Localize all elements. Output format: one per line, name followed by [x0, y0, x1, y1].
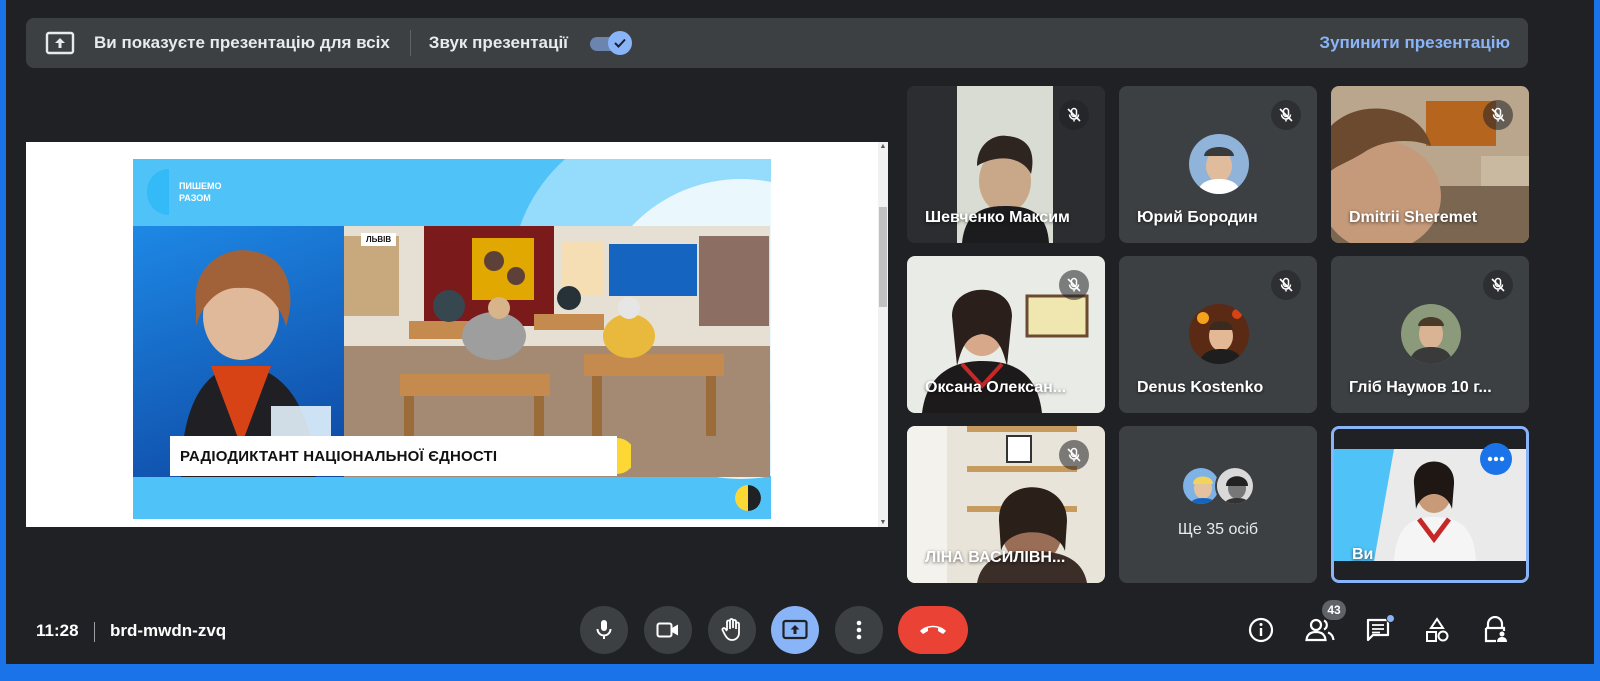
slide-corner-badge [735, 485, 761, 511]
host-controls-button[interactable] [1478, 612, 1514, 648]
broadcast-caption: РАДІОДИКТАНТ НАЦІОНАЛЬНОЇ ЄДНОСТІ [170, 436, 631, 476]
city-tag: ЛЬВІВ [361, 233, 397, 246]
participant-name: Юрий Бородин [1137, 209, 1258, 226]
more-options-icon[interactable] [1480, 443, 1512, 475]
avatar [1189, 134, 1249, 194]
window-edge-right [1594, 0, 1600, 681]
avatar [1401, 304, 1461, 364]
slide-logo-text: ПИШЕМО РАЗОМ [179, 181, 222, 203]
participant-name: Шевченко Максим [925, 209, 1070, 226]
participant-tile-4[interactable]: Оксана Олексан... [907, 256, 1105, 413]
self-tile[interactable]: Ви [1331, 426, 1529, 583]
self-name: Ви [1352, 546, 1374, 563]
participant-tile-1[interactable]: Шевченко Максим [907, 86, 1105, 243]
control-bar: 11:28 brd-mwdn-zvq 43 [0, 600, 1600, 664]
presenting-banner: Ви показуєте презентацію для всіх Звук п… [26, 18, 1528, 68]
leave-call-button[interactable] [898, 606, 968, 654]
participant-name: ЛІНА ВАСИЛІВН... [925, 549, 1066, 566]
meeting-code: brd-mwdn-zvq [110, 621, 227, 640]
present-screen-icon [44, 27, 76, 59]
presentation-audio-toggle[interactable] [588, 30, 634, 56]
lock-person-icon [1484, 616, 1507, 643]
stop-presenting-button[interactable]: Зупинити презентацію [1319, 33, 1510, 53]
broadcast-video: ЛЬВІВ РАДІОДИКТАНТ НАЦІОНАЛЬНОЇ ЄДНОСТІ [133, 226, 770, 477]
camera-icon [656, 622, 678, 638]
more-participants-tile[interactable]: Ще 35 осіб [1119, 426, 1317, 583]
raise-hand-button[interactable] [708, 606, 756, 654]
slide-scrollbar[interactable]: ▲ ▼ [878, 142, 888, 527]
more-options-button[interactable] [835, 606, 883, 654]
banner-divider [409, 30, 411, 56]
hang-up-icon [920, 625, 946, 634]
people-icon [1305, 618, 1335, 642]
activities-icon [1426, 617, 1449, 642]
camera-button[interactable] [644, 606, 692, 654]
participant-tile-2[interactable]: Юрий Бородин [1119, 86, 1317, 243]
presentation-audio-label: Звук презентації [428, 33, 568, 52]
mic-off-icon [1483, 270, 1513, 300]
more-vert-icon [856, 620, 862, 640]
participant-name: Dmitrii Sheremet [1349, 209, 1478, 226]
participant-count-badge: 43 [1322, 600, 1346, 620]
participant-tile-7[interactable]: ЛІНА ВАСИЛІВН... [907, 426, 1105, 583]
activities-button[interactable] [1419, 612, 1455, 648]
hand-icon [721, 618, 740, 641]
meeting-details-button[interactable] [1243, 612, 1279, 648]
mic-off-icon [1059, 270, 1089, 300]
info-icon [1248, 617, 1274, 643]
time-divider [94, 622, 95, 642]
chat-unread-dot [1386, 614, 1395, 623]
participant-tile-3[interactable]: Dmitrii Sheremet [1331, 86, 1529, 243]
mic-off-icon [1271, 100, 1301, 130]
presentation-slide: ПИШЕМО РАЗОМ ЛЬВІВ РАДІОДИКТАНТ НАЦІОНАЛ… [133, 159, 771, 519]
microphone-button[interactable] [580, 606, 628, 654]
window-edge-left [0, 0, 6, 681]
avatar [1215, 466, 1255, 506]
meeting-time: 11:28 [36, 621, 79, 640]
more-participants-label: Ще 35 осіб [1177, 521, 1259, 538]
presentation-stage: ПИШЕМО РАЗОМ ЛЬВІВ РАДІОДИКТАНТ НАЦІОНАЛ… [26, 142, 888, 527]
participant-tile-5[interactable]: Denus Kostenko [1119, 256, 1317, 413]
caption-text: РАДІОДИКТАНТ НАЦІОНАЛЬНОЇ ЄДНОСТІ [180, 447, 498, 465]
presenting-message: Ви показуєте презентацію для всіх [94, 33, 390, 52]
mic-off-icon [1271, 270, 1301, 300]
slide-logo: ПИШЕМО РАЗОМ [147, 169, 239, 215]
microphone-icon [596, 620, 612, 639]
window-edge-bottom [0, 664, 1600, 681]
mic-off-icon [1059, 100, 1089, 130]
participant-name: Denus Kostenko [1137, 379, 1264, 396]
avatar [1189, 304, 1249, 364]
present-screen-icon [782, 619, 808, 640]
present-now-button[interactable] [771, 606, 819, 654]
participant-tile-6[interactable]: Гліб Наумов 10 г... [1331, 256, 1529, 413]
checkmark-icon [607, 31, 632, 55]
mic-off-icon [1483, 100, 1513, 130]
participant-name: Гліб Наумов 10 г... [1349, 379, 1492, 396]
participant-name: Оксана Олексан... [925, 379, 1067, 396]
mic-off-icon [1059, 440, 1089, 470]
